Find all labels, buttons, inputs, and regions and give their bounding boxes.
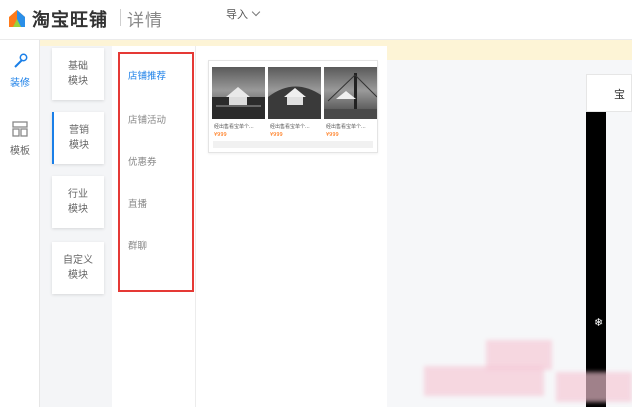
- category-basic[interactable]: 基础 模块: [52, 48, 104, 100]
- import-menu[interactable]: 导入: [226, 6, 261, 22]
- brand-divider: [120, 9, 121, 26]
- category-custom[interactable]: 自定义 模块: [52, 242, 104, 294]
- shop-recommend-component[interactable]: 经出售看宝单个... 经出售看宝单个... 经出售看宝单个... ¥999 ¥9…: [208, 60, 378, 153]
- left-rail: 装修 模板: [0, 40, 40, 407]
- chevron-down-icon: [251, 7, 261, 17]
- top-header: 淘宝旺铺 详情 导入: [0, 0, 632, 40]
- taobao-logo-icon: [9, 10, 25, 27]
- product-price: ¥999: [214, 132, 227, 138]
- submenu-item-group-chat[interactable]: 群聊: [128, 238, 147, 252]
- product-price: ¥999: [326, 132, 339, 138]
- category-industry[interactable]: 行业 模块: [52, 176, 104, 228]
- category-label: 模块: [68, 204, 88, 215]
- rail-item-template[interactable]: 模板: [0, 120, 40, 170]
- rail-item-label: 模板: [10, 146, 30, 157]
- submenu-item-shop-recommend[interactable]: 店铺推荐: [128, 68, 166, 82]
- phone-screen[interactable]: [586, 112, 606, 407]
- category-label: 模块: [68, 76, 88, 87]
- product-title: 经出售看宝单个...: [214, 124, 254, 130]
- submenu-item-live[interactable]: 直播: [128, 196, 147, 210]
- watermark-blur: [556, 372, 632, 402]
- page-subtitle: 详情: [127, 11, 163, 31]
- category-marketing[interactable]: 营销 模块: [52, 112, 104, 164]
- brand-name: 淘宝旺铺: [32, 10, 108, 31]
- module-category-list: 基础 模块 营销 模块 行业 模块 自定义 模块: [40, 46, 112, 407]
- submenu-item-shop-activity[interactable]: 店铺活动: [128, 112, 166, 126]
- category-label: 模块: [68, 270, 88, 281]
- category-label: 自定义: [63, 255, 93, 266]
- category-label: 行业: [68, 189, 88, 200]
- phone-header: [586, 74, 632, 112]
- submenu-item-coupon[interactable]: 优惠券: [128, 154, 157, 168]
- category-label: 模块: [69, 140, 89, 151]
- snowflake-icon: ❄: [594, 316, 604, 329]
- product-thumbnail: [268, 67, 321, 119]
- component-panel: 经出售看宝单个... 经出售看宝单个... 经出售看宝单个... ¥999 ¥9…: [196, 46, 387, 407]
- component-footer: [213, 141, 373, 148]
- product-price: ¥999: [270, 132, 283, 138]
- product-title: 经出售看宝单个...: [326, 124, 366, 130]
- marketing-submenu: 店铺推荐 店铺活动 优惠券 直播 群聊: [112, 46, 196, 407]
- product-title: 经出售看宝单个...: [270, 124, 310, 130]
- import-menu-label: 导入: [226, 8, 248, 21]
- watermark-blur: [424, 366, 544, 396]
- template-icon: [12, 121, 28, 137]
- product-thumbnail: [324, 67, 377, 119]
- rail-item-decorate[interactable]: 装修: [0, 52, 40, 102]
- product-thumbnail: [212, 67, 265, 119]
- brush-icon: [14, 53, 28, 68]
- phone-title: 宝: [614, 88, 625, 101]
- category-label: 基础: [68, 61, 88, 72]
- rail-item-label: 装修: [10, 78, 30, 89]
- category-label: 营销: [69, 125, 89, 136]
- highlight-box: [118, 52, 194, 292]
